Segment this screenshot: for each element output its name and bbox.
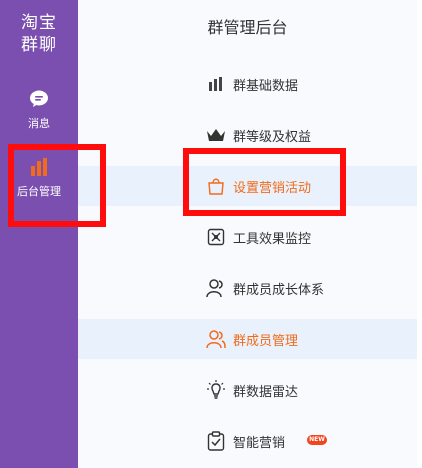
- user-icon: [205, 278, 227, 298]
- menu-item-basic-data[interactable]: 群基础数据: [78, 64, 417, 104]
- menu-item-tool-monitor[interactable]: 工具效果监控: [78, 217, 417, 257]
- brand-line-1: 淘宝: [21, 13, 57, 33]
- brand-logo: 淘宝 群聊: [0, 12, 78, 56]
- menu-item-level-rights[interactable]: 群等级及权益: [78, 115, 417, 155]
- crown-icon: [205, 125, 227, 145]
- sidebar-item-messages[interactable]: 消息: [0, 90, 78, 131]
- menu-item-label: 群成员管理: [233, 334, 299, 349]
- menu-item-member-growth[interactable]: 群成员成长体系: [78, 268, 417, 308]
- menu-item-member-management[interactable]: 群成员管理: [78, 319, 417, 359]
- right-edge: [417, 0, 422, 468]
- main-content: 群管理后台 群基础数据 群等级及权益 设置营销活动 工具效果监控 群成员成长体系…: [78, 0, 417, 468]
- users-icon: [205, 329, 227, 349]
- new-badge: NEW: [307, 435, 327, 445]
- menu-item-label: 群等级及权益: [233, 130, 312, 145]
- brand-line-2: 群聊: [21, 35, 57, 55]
- bar-chart-icon: [205, 74, 227, 94]
- menu-item-label: 工具效果监控: [233, 232, 312, 247]
- sidebar: 淘宝 群聊 消息 后台管理: [0, 0, 78, 468]
- lightbulb-icon: [205, 380, 227, 400]
- clipboard-check-icon: [205, 431, 227, 451]
- sidebar-item-label: 消息: [28, 117, 50, 130]
- menu-item-marketing-activity[interactable]: 设置营销活动: [78, 166, 417, 206]
- menu-item-label: 群基础数据: [233, 79, 299, 94]
- menu-item-label: 设置营销活动: [233, 181, 312, 196]
- sidebar-item-admin[interactable]: 后台管理: [0, 158, 78, 199]
- menu-item-label: 智能营销: [233, 436, 286, 451]
- shopping-bag-icon: [205, 176, 227, 196]
- menu-item-smart-marketing[interactable]: 智能营销 NEW: [78, 421, 417, 461]
- monitor-tool-icon: [205, 227, 227, 247]
- menu-item-data-radar[interactable]: 群数据雷达: [78, 370, 417, 410]
- menu-item-label: 群成员成长体系: [233, 283, 325, 298]
- chat-bubble-icon: [29, 90, 49, 111]
- menu-item-label: 群数据雷达: [233, 385, 299, 400]
- page-title: 群管理后台: [207, 18, 288, 37]
- sidebar-item-label: 后台管理: [17, 185, 61, 198]
- bar-chart-icon: [29, 158, 49, 179]
